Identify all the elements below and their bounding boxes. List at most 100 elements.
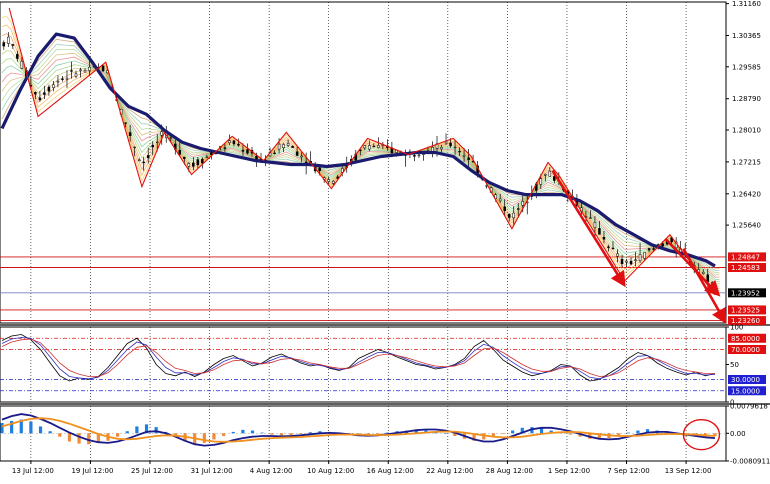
candle-body <box>169 137 173 139</box>
candle-body <box>52 84 55 88</box>
candle-body <box>625 260 628 263</box>
y-tick-label: 1.30365 <box>732 32 761 40</box>
candle-body <box>521 201 524 206</box>
candle-body <box>507 213 511 218</box>
x-tick-label: 1 Sep 12:00 <box>548 467 590 475</box>
candle-body <box>593 222 597 228</box>
candle-body <box>38 97 42 101</box>
candle-body <box>7 36 10 44</box>
macd-histogram-bar <box>250 430 255 434</box>
candle-body <box>363 145 367 149</box>
y-tick-label: 1.26420 <box>732 190 761 198</box>
candle-body <box>539 178 543 185</box>
candle-body <box>47 86 51 92</box>
candle-body <box>237 143 240 146</box>
candle-body <box>652 248 655 250</box>
candle-body <box>295 151 299 156</box>
level-tag-label: 15.0000 <box>731 387 760 395</box>
candle-body <box>137 159 141 162</box>
macd-histogram-bar <box>270 433 274 435</box>
candle-body <box>318 167 321 171</box>
candle-body <box>273 152 276 155</box>
level-tag-label: 85.0000 <box>731 335 760 343</box>
macd-histogram-bar <box>125 431 129 434</box>
candle-body <box>70 70 73 72</box>
candle-body <box>34 92 37 95</box>
candle-body <box>413 155 416 157</box>
macd-histogram-bar <box>539 428 544 434</box>
candle-body <box>187 163 191 167</box>
x-tick-label: 28 Aug 12:00 <box>486 467 533 475</box>
candle-body <box>701 271 705 274</box>
candle-body <box>124 122 127 124</box>
x-tick-label: 13 Sep 12:00 <box>665 467 712 475</box>
candle-body <box>201 158 204 164</box>
candle-body <box>83 69 87 73</box>
y-tick-label: 1.25640 <box>732 222 761 230</box>
candle-body <box>620 259 624 264</box>
macd-histogram-bar <box>212 433 216 440</box>
candle-body <box>61 78 64 80</box>
candle-body <box>282 144 285 148</box>
candle-body <box>101 65 105 72</box>
candle-body <box>462 154 466 157</box>
macd-histogram-bar <box>260 432 264 434</box>
y-tick-label: 50 <box>730 361 739 369</box>
macd-histogram-bar <box>67 433 72 442</box>
candle-body <box>449 142 452 147</box>
macd-line <box>1 413 716 447</box>
macd-histogram-bar <box>58 433 62 437</box>
macd-histogram-bar <box>568 433 573 435</box>
candle-body <box>634 259 637 261</box>
y-tick-label: 1.28790 <box>732 95 761 103</box>
candle-body <box>241 149 245 152</box>
candle-body <box>440 147 443 150</box>
macd-histogram-bar <box>636 430 640 434</box>
macd-histogram-bar <box>0 422 4 434</box>
y-tick-label: 1.27215 <box>732 158 761 166</box>
candle-body <box>155 141 159 144</box>
trading-chart: 13 Jul 12:00 19 Jul 12:00 25 Jul 12:00 31 J… <box>0 0 770 475</box>
macd-histogram-bar <box>511 430 515 434</box>
candle-body <box>598 228 601 235</box>
x-tick-label: 31 Jul 12:00 <box>191 467 233 475</box>
candle-body <box>611 247 615 250</box>
down-arrow <box>551 169 626 288</box>
level-tag-label: 30.0000 <box>731 376 760 384</box>
macd-histogram-bar <box>501 433 505 434</box>
candle-body <box>331 180 335 184</box>
candle-body <box>548 170 552 177</box>
candle-body <box>377 145 380 148</box>
candle-body <box>368 145 371 150</box>
x-tick-label: 25 Jul 12:00 <box>131 467 173 475</box>
y-tick-label: 100 <box>730 324 743 332</box>
candle-body <box>516 208 520 210</box>
candle-body <box>20 61 24 69</box>
candle-body <box>133 146 136 149</box>
macd-histogram-bar <box>308 432 312 434</box>
candle-body <box>16 54 19 59</box>
oscillator-line <box>1 338 715 377</box>
candle-body <box>661 243 664 247</box>
candle-body <box>607 246 610 248</box>
x-tick-label: 13 Jul 12:00 <box>12 467 54 475</box>
candle-body <box>228 140 231 143</box>
candle-body <box>544 173 547 176</box>
candle-body <box>372 145 376 148</box>
macd-histogram-bar <box>29 421 33 434</box>
candle-body <box>232 140 236 145</box>
y-tick-label: 1.28010 <box>732 126 761 134</box>
y-tick-label: 0.00 <box>730 430 746 438</box>
candle-body <box>146 155 150 159</box>
macd-histogram-bar <box>202 433 206 443</box>
macd-histogram-bar <box>222 433 226 437</box>
macd-histogram-bar <box>626 432 630 434</box>
y-tick-label: 0.0079618 <box>730 403 768 411</box>
price-tag-label: 1.23952 <box>731 289 760 297</box>
candle-body <box>151 144 154 148</box>
candle-body <box>643 252 646 259</box>
candle-body <box>65 77 69 80</box>
x-tick-label: 4 Aug 12:00 <box>250 467 293 475</box>
chart-root: 13 Jul 12:00 19 Jul 12:00 25 Jul 12:00 31 J… <box>0 0 770 480</box>
candle-body <box>706 274 710 282</box>
